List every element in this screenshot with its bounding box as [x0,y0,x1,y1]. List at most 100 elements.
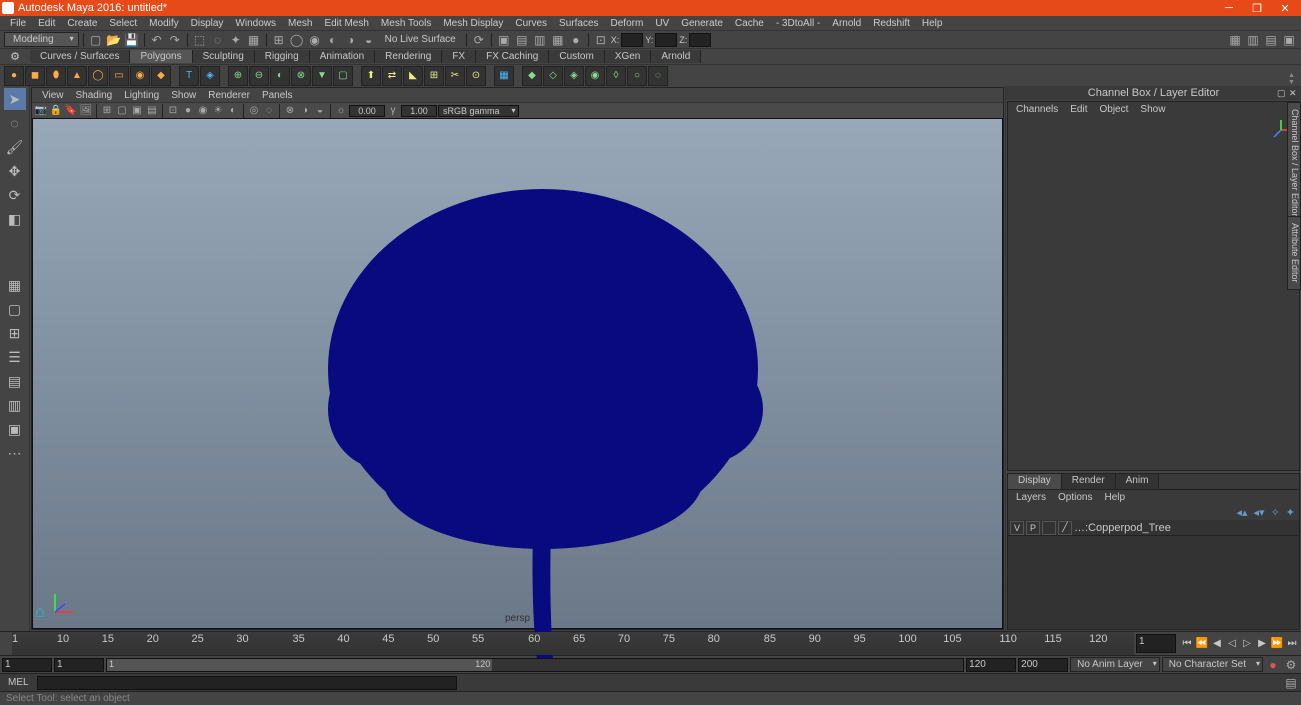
range-start-field[interactable]: 1 [2,658,52,672]
layout-persp-icon[interactable]: ▤ [4,370,26,392]
sculpt-e-icon[interactable]: ◊ [606,66,626,86]
motion-blur-icon[interactable]: ◒ [313,104,327,118]
layout-d-icon[interactable]: ▣ [1281,32,1297,48]
layout-b-icon[interactable]: ▥ [1245,32,1261,48]
layout-outliner-icon[interactable]: ☰ [4,346,26,368]
shelf-tab-sculpting[interactable]: Sculpting [193,50,255,63]
poly-svg-icon[interactable]: ◈ [200,66,220,86]
xray-icon[interactable]: ◌ [262,104,276,118]
gamma-field[interactable]: 1.00 [401,105,437,117]
poly-disc-icon[interactable]: ◉ [130,66,150,86]
timeline-ruler[interactable]: 1 10 15 20 25 30 35 40 45 50 55 60 65 70… [12,632,1134,655]
sculpt-b-icon[interactable]: ◇ [543,66,563,86]
layout-a-icon[interactable]: ▦ [1227,32,1243,48]
mirror-icon[interactable]: ▢ [333,66,353,86]
coord-z-field[interactable] [689,33,711,47]
select-all-icon[interactable]: ▦ [246,32,262,48]
resolution-gate-icon[interactable]: ▣ [130,104,144,118]
menu-modify[interactable]: Modify [143,18,184,29]
character-set-dropdown[interactable]: No Character Set [1162,657,1263,672]
panel-menu-view[interactable]: View [36,90,70,101]
menu-uv[interactable]: UV [649,18,675,29]
shelf-tab-arnold[interactable]: Arnold [651,50,701,63]
menu-arnold[interactable]: Arnold [826,18,867,29]
redo-icon[interactable]: ↷ [167,32,183,48]
menu-mesh[interactable]: Mesh [282,18,318,29]
booleans-icon[interactable]: ⊗ [291,66,311,86]
layout-four-icon[interactable]: ⊞ [4,322,26,344]
menu-meshdisplay[interactable]: Mesh Display [437,18,509,29]
anim-layer-dropdown[interactable]: No Anim Layer [1070,657,1160,672]
sculpt-a-icon[interactable]: ◆ [522,66,542,86]
layer-move-up-icon[interactable]: ◂▴ [1236,506,1247,519]
select-tool-icon[interactable]: ➤ [4,88,26,110]
panel-menu-shading[interactable]: Shading [70,90,119,101]
current-frame-field[interactable]: 1 [1136,634,1176,653]
combine-icon[interactable]: ⊕ [228,66,248,86]
paint-select-icon[interactable]: ✦ [228,32,244,48]
gate-mask-icon[interactable]: ▤ [145,104,159,118]
time-slider[interactable]: 1 10 15 20 25 30 35 40 45 50 55 60 65 70… [0,631,1301,655]
scale-tool-icon[interactable]: ◧ [4,208,26,230]
render-frame-icon[interactable]: ▣ [496,32,512,48]
go-end-icon[interactable]: ⏭ [1285,637,1299,651]
layer-display-type-cell[interactable] [1042,521,1056,535]
snap-point-icon[interactable]: ◉ [307,32,323,48]
layer-visibility-cell[interactable]: V [1010,521,1024,535]
menu-editmesh[interactable]: Edit Mesh [318,18,374,29]
uv-planar-icon[interactable]: ▦ [494,66,514,86]
extrude-icon[interactable]: ⬆ [361,66,381,86]
lock-camera-icon[interactable]: 🔒 [49,104,63,118]
minimize-button[interactable]: ─ [1215,0,1243,16]
lasso-tool-icon[interactable]: ◌ [4,112,26,134]
image-plane-icon[interactable]: 🖼 [79,104,93,118]
shelf-tab-custom[interactable]: Custom [549,50,604,63]
coord-x-field[interactable] [621,33,643,47]
range-end-field[interactable]: 200 [1018,658,1068,672]
ch-menu-object[interactable]: Object [1094,104,1135,115]
menu-generate[interactable]: Generate [675,18,729,29]
hypershade-icon[interactable]: ● [568,32,584,48]
poly-cylinder-icon[interactable]: ⬮ [46,66,66,86]
poly-cone-icon[interactable]: ▲ [67,66,87,86]
textured-icon[interactable]: ◉ [196,104,210,118]
shaded-icon[interactable]: ● [181,104,195,118]
snap-curve-icon[interactable]: ◯ [289,32,305,48]
step-back-icon[interactable]: ◀ [1210,637,1224,651]
shelf-tab-polygons[interactable]: Polygons [130,50,192,63]
panel-menu-lighting[interactable]: Lighting [118,90,165,101]
dock-icon[interactable]: ▢ [1277,88,1287,99]
panel-menu-panels[interactable]: Panels [256,90,299,101]
play-forward-icon[interactable]: ▷ [1240,637,1254,651]
layout-single-icon[interactable]: ▢ [4,298,26,320]
menu-windows[interactable]: Windows [229,18,282,29]
poly-torus-icon[interactable]: ◯ [88,66,108,86]
menu-set-dropdown[interactable]: Modeling [4,32,79,47]
layer-name[interactable]: …:Copperpod_Tree [1074,522,1171,534]
layer-new-empty-icon[interactable]: ✧ [1271,506,1280,519]
panel-menu-show[interactable]: Show [165,90,202,101]
script-editor-icon[interactable]: ▤ [1283,675,1299,691]
sculpt-g-icon[interactable]: ◌ [648,66,668,86]
new-scene-icon[interactable]: ▢ [88,32,104,48]
bevel-icon[interactable]: ◣ [403,66,423,86]
snap-live-icon[interactable]: ◒ [361,32,377,48]
close-panel-icon[interactable]: ✕ [1289,88,1299,99]
poly-platonic-icon[interactable]: ◆ [151,66,171,86]
snap-grid-icon[interactable]: ⊞ [271,32,287,48]
select-mode-icon[interactable]: ⬚ [192,32,208,48]
insert-edge-icon[interactable]: ⊞ [424,66,444,86]
film-gate-icon[interactable]: ▢ [115,104,129,118]
shelf-tab-animation[interactable]: Animation [310,50,375,63]
layer-color-cell[interactable]: ╱ [1058,521,1072,535]
shelf-tab-curves[interactable]: Curves / Surfaces [30,50,130,63]
ch-menu-show[interactable]: Show [1134,104,1171,115]
construction-history-icon[interactable]: ⟳ [471,32,487,48]
shelf-options-icon[interactable]: ⚙ [0,50,30,63]
select-camera-icon[interactable]: 📷 [34,104,48,118]
reduce-icon[interactable]: ▼ [312,66,332,86]
layout-script-icon[interactable]: ▣ [4,418,26,440]
lp-menu-options[interactable]: Options [1052,492,1098,503]
sculpt-f-icon[interactable]: ○ [627,66,647,86]
wireframe-icon[interactable]: ⊡ [166,104,180,118]
